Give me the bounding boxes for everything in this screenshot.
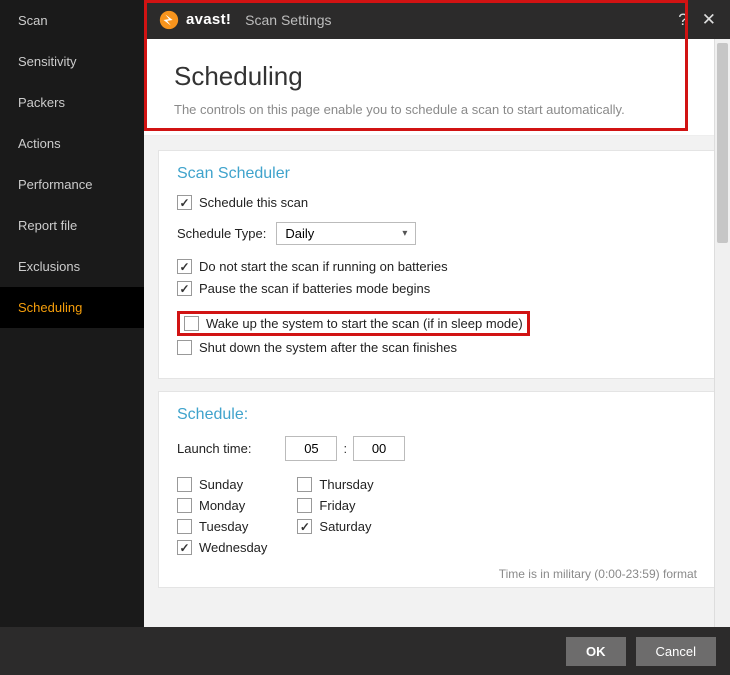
sidebar-item-performance[interactable]: Performance [0,164,144,205]
checkbox-shutdown[interactable] [177,340,192,355]
label-schedule-this: Schedule this scan [199,195,308,210]
ok-button[interactable]: OK [566,637,626,666]
schedule-type-select[interactable]: Daily ▾ [276,222,416,245]
checkbox-schedule-this[interactable] [177,195,192,210]
sidebar-item-exclusions[interactable]: Exclusions [0,246,144,287]
checkbox-tuesday[interactable] [177,519,192,534]
checkbox-sunday[interactable] [177,477,192,492]
titlebar-subtitle: Scan Settings [245,12,331,28]
brand-text: avast! [186,11,231,28]
schedule-type-value: Daily [285,226,314,241]
scrollbar[interactable] [714,39,730,627]
page-header: Scheduling The controls on this page ena… [144,39,730,136]
label-thursday: Thursday [319,477,373,492]
launch-time-label: Launch time: [177,441,251,456]
schedule-title: Schedule: [177,406,697,424]
titlebar: avast! Scan Settings ? ✕ [144,0,730,39]
label-friday: Friday [319,498,355,513]
checkbox-saturday[interactable] [297,519,312,534]
label-no-batteries: Do not start the scan if running on batt… [199,259,448,274]
label-tuesday: Tuesday [199,519,248,534]
help-icon[interactable]: ? [678,10,687,30]
time-colon: : [343,441,347,456]
scrollbar-thumb[interactable] [717,43,728,243]
label-saturday: Saturday [319,519,371,534]
sidebar-item-report-file[interactable]: Report file [0,205,144,246]
label-monday: Monday [199,498,245,513]
checkbox-thursday[interactable] [297,477,312,492]
checkbox-friday[interactable] [297,498,312,513]
sidebar: Scan Sensitivity Packers Actions Perform… [0,0,144,627]
scan-scheduler-panel: Scan Scheduler Schedule this scan Schedu… [158,150,716,379]
checkbox-no-batteries[interactable] [177,259,192,274]
checkbox-wednesday[interactable] [177,540,192,555]
sidebar-item-scheduling[interactable]: Scheduling [0,287,144,328]
avast-logo-icon [158,9,180,31]
main-panel: avast! Scan Settings ? ✕ Scheduling The … [144,0,730,627]
label-shutdown: Shut down the system after the scan fini… [199,340,457,355]
label-sunday: Sunday [199,477,243,492]
content-area: Scan Scheduler Schedule this scan Schedu… [144,136,730,627]
label-wake-system: Wake up the system to start the scan (if… [206,316,523,331]
highlight-wake-row: Wake up the system to start the scan (if… [177,311,530,336]
chevron-down-icon: ▾ [402,228,407,239]
schedule-type-label: Schedule Type: [177,226,266,241]
page-title: Scheduling [174,61,700,92]
schedule-panel: Schedule: Launch time: 05 : 00 Sunday Mo… [158,391,716,588]
close-icon[interactable]: ✕ [702,10,716,30]
time-format-note: Time is in military (0:00-23:59) format [499,567,697,581]
sidebar-item-packers[interactable]: Packers [0,82,144,123]
label-wednesday: Wednesday [199,540,267,555]
checkbox-wake-system[interactable] [184,316,199,331]
label-pause-batteries: Pause the scan if batteries mode begins [199,281,430,296]
sidebar-item-scan[interactable]: Scan [0,0,144,41]
cancel-button[interactable]: Cancel [636,637,716,666]
launch-hour-input[interactable]: 05 [285,436,337,461]
launch-minute-input[interactable]: 00 [353,436,405,461]
page-description: The controls on this page enable you to … [174,102,700,117]
checkbox-pause-batteries[interactable] [177,281,192,296]
bottom-bar: OK Cancel [0,627,730,675]
checkbox-monday[interactable] [177,498,192,513]
sidebar-item-actions[interactable]: Actions [0,123,144,164]
scan-scheduler-title: Scan Scheduler [177,165,697,183]
sidebar-item-sensitivity[interactable]: Sensitivity [0,41,144,82]
